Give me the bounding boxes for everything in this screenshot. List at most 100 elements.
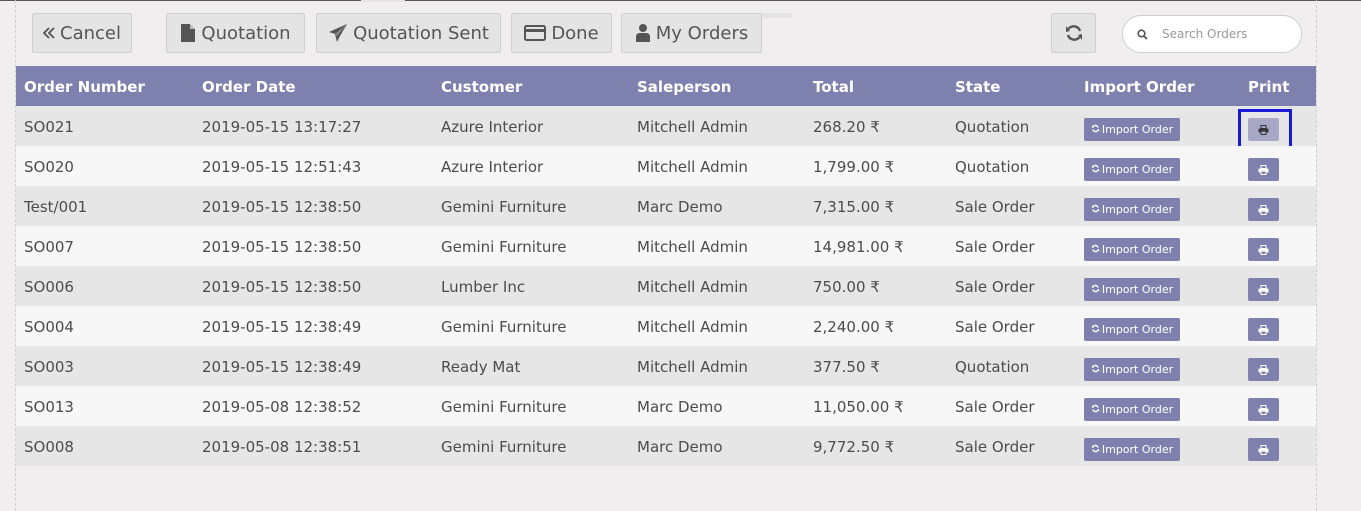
quotation-sent-button[interactable]: Quotation Sent (316, 13, 501, 53)
search-box[interactable] (1122, 15, 1302, 53)
import-order-label: Import Order (1101, 123, 1174, 136)
cell-total: 268.20 ₹ (813, 118, 880, 136)
done-button[interactable]: Done (511, 13, 612, 53)
header-state: State (955, 78, 1001, 96)
import-order-button[interactable]: Import Order (1084, 398, 1180, 421)
cell-order-number: SO020 (24, 158, 74, 176)
cell-customer: Gemini Furniture (441, 438, 567, 456)
cell-order-number: SO021 (24, 118, 74, 136)
import-order-label: Import Order (1101, 363, 1174, 376)
cell-total: 2,240.00 ₹ (813, 318, 895, 336)
cell-state: Quotation (955, 158, 1030, 176)
cell-total: 1,799.00 ₹ (813, 158, 895, 176)
quotation-label: Quotation (201, 22, 291, 44)
print-button[interactable] (1248, 438, 1279, 461)
print-button[interactable] (1248, 198, 1279, 221)
import-order-button[interactable]: Import Order (1084, 278, 1180, 301)
print-button[interactable] (1248, 278, 1279, 301)
cell-saleperson: Mitchell Admin (637, 118, 748, 136)
cell-customer: Gemini Furniture (441, 398, 567, 416)
toolbar: Cancel Quotation Quotation Sent Done My … (0, 0, 1361, 66)
import-order-button[interactable]: Import Order (1084, 438, 1180, 461)
import-order-button[interactable]: Import Order (1084, 118, 1180, 141)
print-button[interactable] (1248, 358, 1279, 381)
cell-total: 7,315.00 ₹ (813, 198, 895, 216)
cell-state: Sale Order (955, 238, 1035, 256)
header-import-order: Import Order (1084, 78, 1195, 96)
cell-saleperson: Marc Demo (637, 398, 723, 416)
search-icon (1137, 25, 1148, 44)
header-order-date: Order Date (202, 78, 296, 96)
cell-total: 750.00 ₹ (813, 278, 880, 296)
refresh-icon (1091, 403, 1100, 416)
cell-saleperson: Mitchell Admin (637, 358, 748, 376)
cell-total: 11,050.00 ₹ (813, 398, 904, 416)
cell-state: Quotation (955, 118, 1030, 136)
refresh-icon (1091, 203, 1100, 216)
cell-customer: Azure Interior (441, 158, 544, 176)
print-button[interactable] (1248, 158, 1279, 181)
table-row: SO007 2019-05-15 12:38:50 Gemini Furniture… (16, 226, 1316, 266)
table-row: SO013 2019-05-08 12:38:52 Gemini Furniture… (16, 386, 1316, 426)
cell-state: Quotation (955, 358, 1030, 376)
import-order-button[interactable]: Import Order (1084, 238, 1180, 261)
cell-total: 377.50 ₹ (813, 358, 880, 376)
print-button[interactable] (1248, 118, 1279, 141)
cell-order-number: SO008 (24, 438, 74, 456)
orders-table: Order Number Order Date Customer Saleper… (16, 66, 1316, 466)
cell-order-number: Test/001 (24, 198, 88, 216)
print-button[interactable] (1248, 318, 1279, 341)
refresh-button[interactable] (1051, 13, 1096, 53)
cell-saleperson: Mitchell Admin (637, 278, 748, 296)
table-row: SO008 2019-05-08 12:38:51 Gemini Furniture… (16, 426, 1316, 466)
import-order-button[interactable]: Import Order (1084, 318, 1180, 341)
printer-icon (1258, 404, 1269, 415)
cell-order-date: 2019-05-15 12:38:50 (202, 198, 362, 216)
refresh-icon (1091, 123, 1100, 136)
cell-customer: Gemini Furniture (441, 238, 567, 256)
my-orders-label: My Orders (655, 22, 749, 44)
table-row: Test/001 2019-05-15 12:38:50 Gemini Furnit… (16, 186, 1316, 226)
cell-state: Sale Order (955, 198, 1035, 216)
cell-order-date: 2019-05-15 12:38:50 (202, 278, 362, 296)
cell-saleperson: Mitchell Admin (637, 318, 748, 336)
file-icon (180, 23, 196, 43)
cell-saleperson: Mitchell Admin (637, 158, 748, 176)
print-button[interactable] (1248, 398, 1279, 421)
printer-icon (1258, 364, 1269, 375)
refresh-icon (1091, 363, 1100, 376)
refresh-icon (1091, 323, 1100, 336)
import-order-label: Import Order (1101, 403, 1174, 416)
cell-order-date: 2019-05-15 12:38:49 (202, 358, 362, 376)
printer-icon (1258, 124, 1269, 135)
user-icon (635, 23, 651, 43)
cell-state: Sale Order (955, 318, 1035, 336)
cell-order-number: SO004 (24, 318, 74, 336)
search-input[interactable] (1160, 26, 1294, 42)
header-order-number: Order Number (24, 78, 145, 96)
table-row: SO020 2019-05-15 12:51:43 Azure Interior Mi… (16, 146, 1316, 186)
print-button[interactable] (1248, 238, 1279, 261)
header-total: Total (813, 78, 854, 96)
import-order-button[interactable]: Import Order (1084, 198, 1180, 221)
cell-state: Sale Order (955, 278, 1035, 296)
quotation-sent-label: Quotation Sent (353, 22, 489, 44)
import-order-button[interactable]: Import Order (1084, 158, 1180, 181)
cell-order-date: 2019-05-15 12:38:49 (202, 318, 362, 336)
cell-state: Sale Order (955, 438, 1035, 456)
cancel-button[interactable]: Cancel (32, 13, 132, 53)
cell-customer: Lumber Inc (441, 278, 526, 296)
import-order-button[interactable]: Import Order (1084, 358, 1180, 381)
import-order-label: Import Order (1101, 283, 1174, 296)
printer-icon (1258, 164, 1269, 175)
cell-total: 14,981.00 ₹ (813, 238, 904, 256)
cell-state: Sale Order (955, 398, 1035, 416)
quotation-button[interactable]: Quotation (166, 13, 305, 53)
cell-saleperson: Marc Demo (637, 438, 723, 456)
cell-order-date: 2019-05-15 12:38:50 (202, 238, 362, 256)
table-header: Order Number Order Date Customer Saleper… (16, 66, 1316, 106)
printer-icon (1258, 324, 1269, 335)
my-orders-button[interactable]: My Orders (621, 13, 762, 53)
header-saleperson: Saleperson (637, 78, 732, 96)
header-print: Print (1248, 78, 1290, 96)
